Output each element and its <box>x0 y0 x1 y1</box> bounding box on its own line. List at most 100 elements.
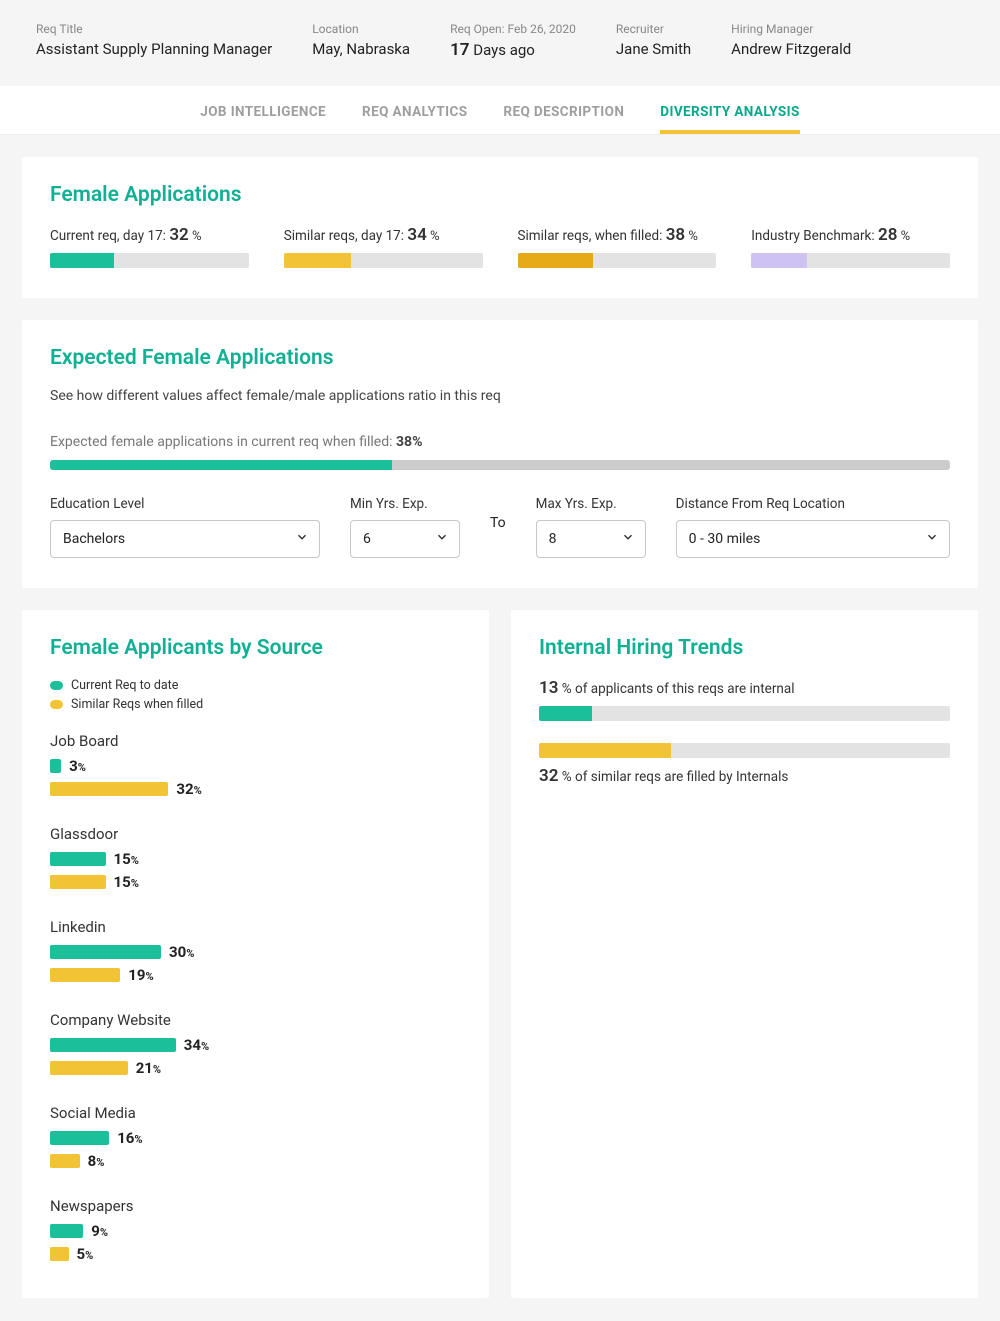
distance-value: 0 - 30 miles <box>689 531 761 547</box>
source-bar-current: 34% <box>50 1036 461 1054</box>
card-female-applications: Female Applications Current req, day 17:… <box>22 157 978 298</box>
education-select[interactable]: Bachelors <box>50 520 320 558</box>
recruiter-label: Recruiter <box>616 22 691 36</box>
female-app-item: Similar reqs, day 17: 34 % <box>284 225 483 268</box>
internal-line-2: 32 % of similar reqs are filled by Inter… <box>539 766 950 786</box>
header-req-open: Req Open: Feb 26, 2020 17 Days ago <box>450 22 576 60</box>
expected-progress-fill <box>50 460 392 470</box>
internal-title: Internal Hiring Trends <box>539 636 950 660</box>
source-bar-similar-fill <box>50 782 168 796</box>
control-distance: Distance From Req Location 0 - 30 miles <box>676 496 950 558</box>
source-bar-current: 9% <box>50 1222 461 1240</box>
req-open-value: 17 Days ago <box>450 40 576 60</box>
hiring-manager-value: Andrew Fitzgerald <box>731 40 851 58</box>
source-similar-value: 15% <box>114 873 139 891</box>
source-current-value: 15% <box>114 850 139 868</box>
source-item: Job Board 3% 32% <box>50 732 461 803</box>
source-item: Company Website 34% 21% <box>50 1011 461 1082</box>
source-bar-similar: 21% <box>50 1059 461 1077</box>
source-bar-similar-fill <box>50 968 120 982</box>
tab-diversity-analysis[interactable]: DIVERSITY ANALYSIS <box>660 104 799 134</box>
source-similar-value: 8% <box>88 1152 105 1170</box>
female-app-label: Current req, day 17: 32 % <box>50 225 249 245</box>
source-bar-current: 3% <box>50 757 461 775</box>
location-value: May, Nabraska <box>312 40 410 58</box>
tab-bar: JOB INTELLIGENCE REQ ANALYTICS REQ DESCR… <box>0 86 1000 135</box>
location-label: Location <box>312 22 410 36</box>
education-label: Education Level <box>50 496 320 512</box>
internal-bar-2-fill <box>539 743 671 758</box>
internal-bar-1 <box>539 706 950 721</box>
control-max-exp: Max Yrs. Exp. 8 <box>536 496 646 558</box>
source-name: Social Media <box>50 1104 461 1122</box>
female-app-bar <box>284 253 483 268</box>
source-similar-value: 19% <box>128 966 153 984</box>
distance-label: Distance From Req Location <box>676 496 950 512</box>
legend-dot-yellow-icon <box>50 700 63 709</box>
source-bar-current-fill <box>50 759 61 773</box>
req-header: Req Title Assistant Supply Planning Mana… <box>0 0 1000 86</box>
source-item: Newspapers 9% 5% <box>50 1197 461 1268</box>
max-exp-select[interactable]: 8 <box>536 520 646 558</box>
expected-controls: Education Level Bachelors Min Yrs. Exp. … <box>50 496 950 558</box>
source-name: Job Board <box>50 732 461 750</box>
tab-job-intelligence[interactable]: JOB INTELLIGENCE <box>200 104 326 134</box>
expected-line: Expected female applications in current … <box>50 434 950 450</box>
source-name: Newspapers <box>50 1197 461 1215</box>
internal-block-1: 13 % of applicants of this reqs are inte… <box>539 678 950 721</box>
source-bar-current-fill <box>50 945 161 959</box>
source-current-value: 9% <box>91 1222 108 1240</box>
source-current-value: 34% <box>184 1036 209 1054</box>
card-expected-female-applications: Expected Female Applications See how dif… <box>22 320 978 588</box>
req-title-value: Assistant Supply Planning Manager <box>36 40 272 58</box>
recruiter-value: Jane Smith <box>616 40 691 58</box>
chevron-down-icon <box>295 530 309 548</box>
source-bar-similar: 15% <box>50 873 461 891</box>
female-app-item: Industry Benchmark: 28 % <box>751 225 950 268</box>
internal-block-2: 32 % of similar reqs are filled by Inter… <box>539 743 950 786</box>
source-bar-current: 16% <box>50 1129 461 1147</box>
source-bar-current-fill <box>50 1131 109 1145</box>
two-column-row: Female Applicants by Source Current Req … <box>22 610 978 1298</box>
chevron-down-icon <box>435 530 449 548</box>
source-bar-similar: 8% <box>50 1152 461 1170</box>
distance-select[interactable]: 0 - 30 miles <box>676 520 950 558</box>
legend-dot-teal-icon <box>50 681 63 690</box>
internal-bar-2 <box>539 743 950 758</box>
source-name: Company Website <box>50 1011 461 1029</box>
female-applications-title: Female Applications <box>50 183 950 207</box>
source-item: Glassdoor 15% 15% <box>50 825 461 896</box>
legend-current: Current Req to date <box>50 678 461 693</box>
page-content: Female Applications Current req, day 17:… <box>0 135 1000 1320</box>
female-applications-row: Current req, day 17: 32 % Similar reqs, d… <box>50 225 950 268</box>
female-app-item: Current req, day 17: 32 % <box>50 225 249 268</box>
tab-req-description[interactable]: REQ DESCRIPTION <box>503 104 624 134</box>
expected-title: Expected Female Applications <box>50 346 950 370</box>
female-app-bar <box>751 253 950 268</box>
female-app-bar-fill <box>284 253 352 268</box>
max-exp-label: Max Yrs. Exp. <box>536 496 646 512</box>
source-bar-similar-fill <box>50 875 106 889</box>
source-bar-current: 30% <box>50 943 461 961</box>
source-similar-value: 5% <box>77 1245 94 1263</box>
source-current-value: 3% <box>69 757 86 775</box>
source-name: Linkedin <box>50 918 461 936</box>
req-title-label: Req Title <box>36 22 272 36</box>
sources-title: Female Applicants by Source <box>50 636 461 660</box>
source-current-value: 30% <box>169 943 194 961</box>
header-recruiter: Recruiter Jane Smith <box>616 22 691 60</box>
source-bar-similar: 5% <box>50 1245 461 1263</box>
tab-req-analytics[interactable]: REQ ANALYTICS <box>362 104 467 134</box>
min-exp-select[interactable]: 6 <box>350 520 460 558</box>
req-open-days: 17 <box>450 40 469 60</box>
header-req-title: Req Title Assistant Supply Planning Mana… <box>36 22 272 60</box>
source-bar-similar-fill <box>50 1061 128 1075</box>
min-exp-value: 6 <box>363 531 371 547</box>
source-name: Glassdoor <box>50 825 461 843</box>
source-bar-similar-fill <box>50 1154 80 1168</box>
source-bar-current: 15% <box>50 850 461 868</box>
source-similar-value: 32% <box>176 780 201 798</box>
expected-subtitle: See how different values affect female/m… <box>50 388 950 404</box>
female-app-bar <box>50 253 249 268</box>
source-bar-current-fill <box>50 852 106 866</box>
